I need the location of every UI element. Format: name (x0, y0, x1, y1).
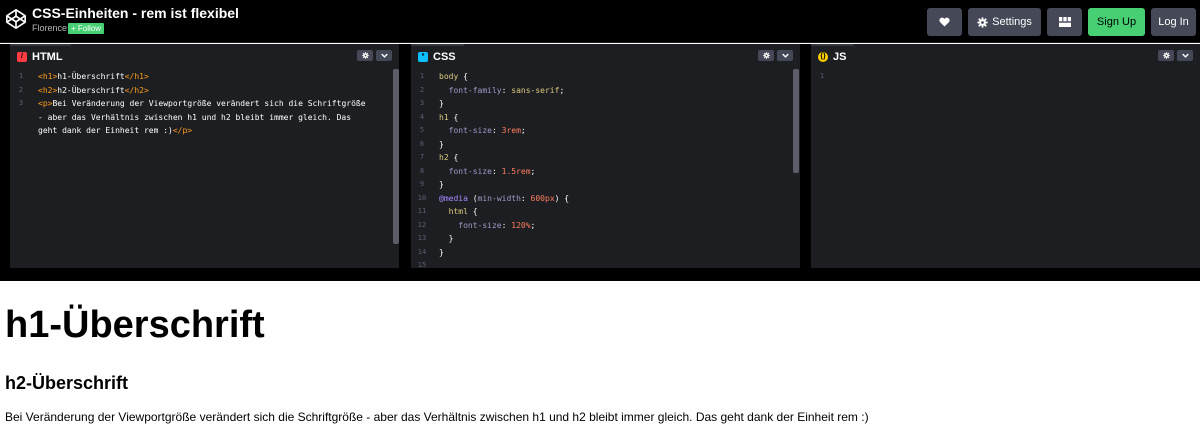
sign-up-button[interactable]: Sign Up (1088, 8, 1145, 36)
code-text: } (439, 180, 444, 189)
html-code-area[interactable]: 1 <h1>h1-Überschrift</h1> 2 <h2>h2-Überschr… (10, 67, 399, 270)
css-settings-button[interactable] (758, 50, 774, 61)
line-number: 7 (419, 153, 425, 161)
tab-html-label: HTML (32, 50, 63, 63)
chevron-down-icon (781, 53, 789, 58)
preview-pane: h1-Überschrift h2-Überschrift Bei Veränd… (0, 281, 1200, 442)
html-icon: / (17, 51, 27, 62)
html-scrollbar[interactable] (393, 69, 399, 244)
line-number: 5 (419, 126, 425, 134)
line-number: 4 (419, 112, 425, 121)
codepen-logo-icon[interactable] (5, 8, 27, 30)
html-panel-header: / HTML (10, 44, 399, 67)
tab-js-label: JS (833, 50, 847, 63)
editor-area: / HTML 1 <h1>h1-Überschrift</h1> 2 <h2>h2-Ü… (0, 44, 1200, 281)
line-number: 1 (819, 72, 825, 80)
code-text: html { (439, 207, 478, 216)
code-text: h2 { (439, 153, 459, 162)
code-text: h1 { (439, 112, 459, 122)
code-text: body { (439, 72, 468, 81)
code-text: - aber das Verhältnis zwischen h1 und h2… (38, 112, 352, 122)
tab-html[interactable]: / HTML (10, 44, 71, 67)
line-number: 1 (18, 72, 24, 80)
line-number: 13 (417, 234, 427, 242)
gear-icon (977, 16, 988, 28)
code-text: font-size: 1.5rem; (439, 166, 536, 176)
html-collapse-button[interactable] (376, 50, 392, 61)
code-text: font-family: sans-serif; (439, 85, 565, 95)
js-panel-header: {} JS (811, 44, 1200, 67)
line-number: 1 (419, 72, 425, 80)
heart-button[interactable] (927, 8, 962, 36)
log-in-button[interactable]: Log In (1151, 8, 1196, 36)
js-editor-panel: {} JS 1 (811, 44, 1200, 270)
js-settings-button[interactable] (1158, 50, 1174, 61)
line-number: 9 (419, 180, 425, 188)
line-number: 8 (419, 166, 425, 175)
html-settings-button[interactable] (357, 50, 373, 61)
code-text: } (439, 139, 444, 149)
code-text: @media (min-width: 600px) { (439, 193, 570, 203)
code-text: <h1>h1-Überschrift</h1> (38, 72, 149, 81)
line-number: 2 (18, 85, 24, 94)
preview-h2: h2-Überschrift (5, 373, 129, 393)
preview-paragraph: Bei Veränderung der Viewportgröße veränd… (5, 410, 869, 424)
layout-icon (1058, 17, 1071, 27)
settings-button[interactable]: Settings (968, 8, 1041, 36)
code-text: } (439, 247, 444, 257)
settings-label: Settings (992, 16, 1032, 28)
line-number: 10 (417, 193, 427, 202)
line-number: 6 (419, 139, 425, 148)
preview-h1: h1-Überschrift (5, 304, 265, 346)
css-icon: * (418, 51, 428, 62)
tab-css-label: CSS (433, 50, 456, 63)
gear-icon (762, 52, 770, 59)
line-number: 14 (417, 247, 427, 256)
css-panel-header: * CSS (411, 44, 800, 67)
tab-css[interactable]: * CSS (411, 44, 464, 67)
css-code-area[interactable]: 1 body { 2 font-family: sans-serif; 3} 4 h1 {… (411, 67, 800, 270)
gear-icon (1162, 52, 1170, 59)
js-collapse-button[interactable] (1177, 50, 1193, 61)
code-text: } (439, 99, 444, 108)
pen-title[interactable]: CSS-Einheiten - rem ist flexibel (32, 5, 239, 21)
tab-js[interactable]: {} JS (811, 44, 855, 67)
follow-button[interactable]: + Follow (68, 23, 105, 34)
js-code-area[interactable]: 1 (811, 67, 1200, 270)
code-text: <h2>h2-Überschrift</h2> (38, 85, 149, 95)
top-header: CSS-Einheiten - rem ist flexibel Florenc… (0, 0, 1200, 43)
preview-divider[interactable] (0, 268, 1200, 280)
code-text: } (439, 234, 454, 243)
html-editor-panel: / HTML 1 <h1>h1-Überschrift</h1> 2 <h2>h2-Ü… (10, 44, 399, 270)
line-number: 2 (419, 85, 425, 94)
js-icon: {} (818, 51, 828, 62)
line-number: 3 (18, 99, 24, 107)
line-number: 11 (417, 207, 427, 215)
chevron-down-icon (1181, 53, 1189, 58)
css-editor-panel: * CSS 1 body { 2 font-family: sans-serif; 3… (411, 44, 800, 270)
code-text: font-size: 3rem; (439, 126, 526, 135)
line-number: 3 (419, 99, 425, 107)
heart-icon (939, 17, 950, 27)
css-collapse-button[interactable] (777, 50, 793, 61)
author-name[interactable]: Florence (32, 23, 67, 33)
line-number: 12 (417, 220, 427, 229)
code-text: <p>Bei Veränderung der Viewportgröße ver… (38, 99, 366, 108)
code-text: geht dank der Einheit rem :)</p> (38, 126, 193, 135)
gear-icon (361, 52, 369, 59)
css-scrollbar[interactable] (793, 69, 799, 173)
chevron-down-icon (380, 53, 388, 58)
code-text: font-size: 120%; (439, 220, 536, 230)
layout-button[interactable] (1047, 8, 1082, 36)
